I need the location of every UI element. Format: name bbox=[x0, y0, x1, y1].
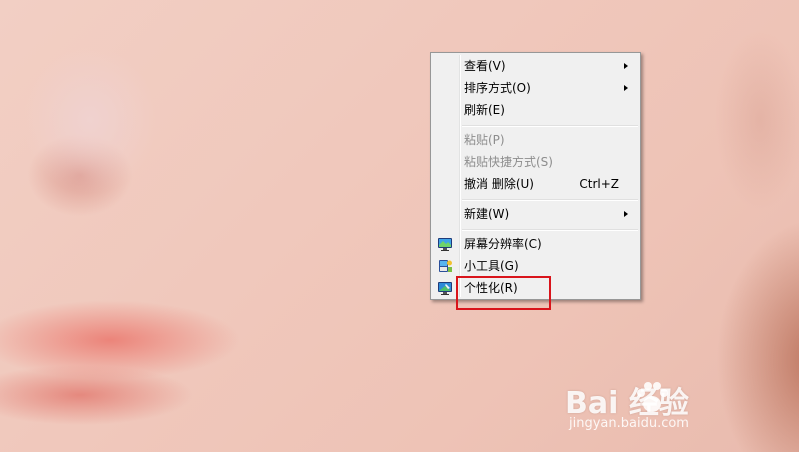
paw-icon bbox=[637, 382, 668, 412]
highlight-box bbox=[456, 276, 551, 310]
menu-item-view[interactable]: 查看(V) bbox=[433, 55, 638, 77]
menu-separator bbox=[462, 199, 638, 201]
menu-item-undo-delete[interactable]: 撤消 删除(U) Ctrl+Z bbox=[433, 173, 638, 195]
watermark-url: jingyan.baidu.com bbox=[569, 416, 689, 431]
menu-separator bbox=[462, 229, 638, 231]
menu-item-label: 小工具(G) bbox=[464, 259, 519, 273]
menu-item-label: 粘贴快捷方式(S) bbox=[464, 155, 553, 169]
submenu-arrow-icon bbox=[624, 211, 628, 217]
menu-item-label: 粘贴(P) bbox=[464, 133, 505, 147]
submenu-arrow-icon bbox=[624, 63, 628, 69]
gadgets-icon bbox=[439, 260, 452, 272]
menu-item-shortcut: Ctrl+Z bbox=[579, 177, 619, 191]
menu-separator bbox=[462, 125, 638, 127]
personalize-icon bbox=[438, 282, 452, 295]
desktop-context-menu: 查看(V) 排序方式(O) 刷新(E) 粘贴(P) 粘贴快捷方式(S) 撤消 删… bbox=[430, 52, 641, 300]
menu-item-new[interactable]: 新建(W) bbox=[433, 203, 638, 225]
menu-item-label: 撤消 删除(U) bbox=[464, 177, 534, 191]
menu-item-label: 查看(V) bbox=[464, 59, 506, 73]
baidu-jingyan-watermark: Bai 经验 jingyan.baidu.com bbox=[565, 378, 755, 448]
menu-item-label: 屏幕分辨率(C) bbox=[464, 237, 542, 251]
menu-item-sort-by[interactable]: 排序方式(O) bbox=[433, 77, 638, 99]
menu-item-gadgets[interactable]: 小工具(G) bbox=[433, 255, 638, 277]
menu-item-paste-shortcut[interactable]: 粘贴快捷方式(S) bbox=[433, 151, 638, 173]
menu-item-refresh[interactable]: 刷新(E) bbox=[433, 99, 638, 121]
menu-item-label: 排序方式(O) bbox=[464, 81, 531, 95]
menu-item-label: 刷新(E) bbox=[464, 103, 505, 117]
menu-item-label: 新建(W) bbox=[464, 207, 510, 221]
display-icon bbox=[438, 238, 452, 251]
menu-item-screen-resolution[interactable]: 屏幕分辨率(C) bbox=[433, 233, 638, 255]
submenu-arrow-icon bbox=[624, 85, 628, 91]
menu-item-paste[interactable]: 粘贴(P) bbox=[433, 129, 638, 151]
